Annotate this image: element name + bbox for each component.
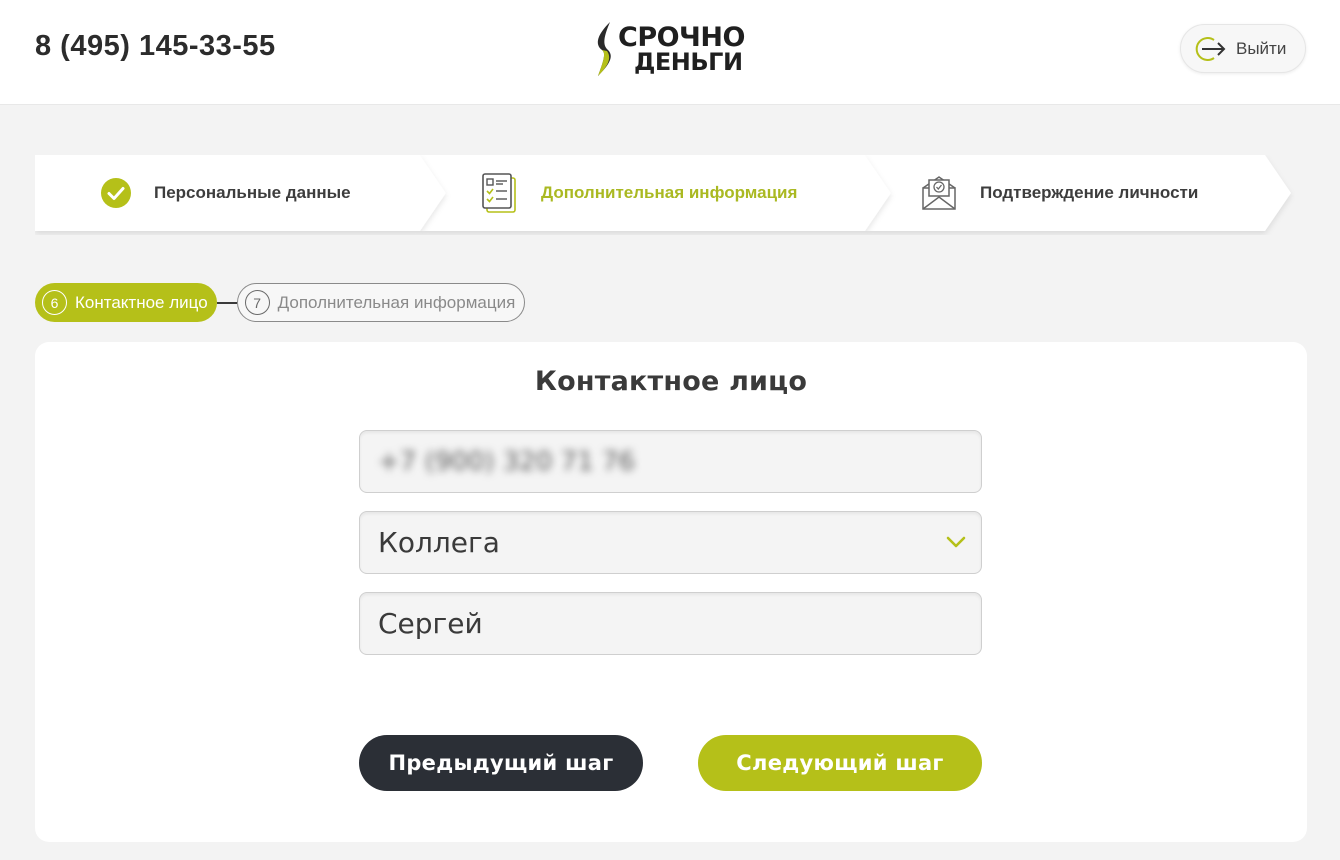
- next-step-button[interactable]: Следующий шаг: [698, 735, 982, 791]
- envelope-check-icon: [922, 176, 956, 210]
- form-title: Контактное лицо: [534, 366, 808, 397]
- chevron-down-icon: [946, 536, 966, 548]
- logo[interactable]: СРОЧНО ДЕНЬГИ: [592, 20, 752, 78]
- substep-contact-person[interactable]: 6 Контактное лицо: [35, 283, 217, 322]
- step-personal-data[interactable]: Персональные данные: [100, 155, 351, 231]
- previous-step-button[interactable]: Предыдущий шаг: [359, 735, 643, 791]
- check-circle-icon: [101, 178, 131, 208]
- substep-label: Контактное лицо: [75, 292, 208, 312]
- substep-label: Дополнительная информация: [277, 292, 516, 312]
- substep-connector: [216, 301, 237, 304]
- relation-value: Коллега: [378, 526, 500, 559]
- logout-icon: [1195, 36, 1226, 61]
- step-label: Подтверждение личности: [980, 183, 1199, 202]
- substep-tabs: 6 Контактное лицо 7 Дополнительная инфор…: [35, 283, 526, 322]
- logo-text-bottom: ДЕНЬГИ: [634, 48, 743, 76]
- form-card: Контактное лицо +7 (900) 320 71 76 Колле…: [35, 342, 1307, 842]
- relation-select[interactable]: Коллега: [359, 511, 982, 574]
- step-label: Дополнительная информация: [541, 183, 798, 202]
- step-identity-confirmation[interactable]: Подтверждение личности: [920, 155, 1198, 231]
- logout-label: Выйти: [1236, 38, 1287, 58]
- document-checklist-icon: [482, 173, 516, 213]
- contact-phone-input[interactable]: +7 (900) 320 71 76: [359, 430, 982, 493]
- logout-button[interactable]: Выйти: [1180, 24, 1306, 73]
- progress-steps: Персональные данные Дополнительная инфор…: [35, 155, 1295, 231]
- substep-number: 7: [244, 290, 270, 315]
- step-label: Персональные данные: [154, 183, 351, 202]
- contact-name-value: Сергей: [378, 607, 483, 640]
- phone-number[interactable]: 8 (495) 145-33-55: [35, 30, 276, 63]
- header: 8 (495) 145-33-55 СРОЧНО ДЕНЬГИ Выйти: [0, 0, 1340, 105]
- step-additional-info[interactable]: Дополнительная информация: [481, 155, 797, 231]
- contact-name-input[interactable]: Сергей: [359, 592, 982, 655]
- substep-additional-info[interactable]: 7 Дополнительная информация: [236, 283, 526, 322]
- contact-phone-value: +7 (900) 320 71 76: [378, 446, 636, 477]
- substep-number: 6: [42, 290, 67, 315]
